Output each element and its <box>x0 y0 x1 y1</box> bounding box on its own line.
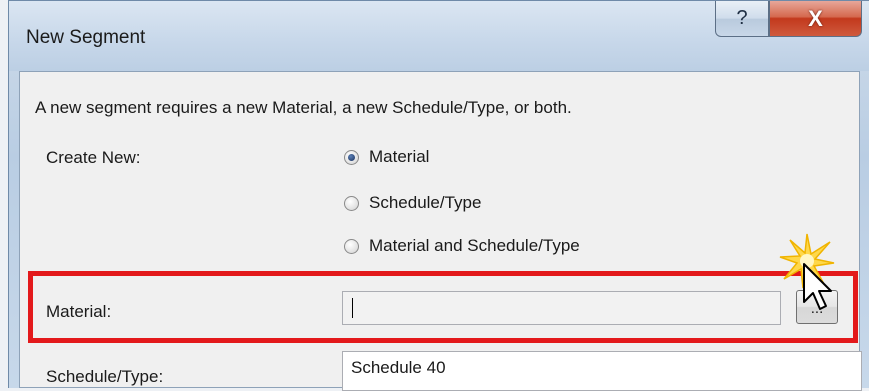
close-button[interactable]: X <box>769 1 862 37</box>
radio-label: Material <box>369 147 430 166</box>
radio-button[interactable] <box>344 195 359 211</box>
title-bar: New Segment ? X <box>9 1 869 71</box>
radio-option-schedule-type[interactable]: Schedule/Type <box>344 193 481 213</box>
help-button[interactable]: ? <box>715 1 769 37</box>
radio-button-checked[interactable] <box>344 149 359 165</box>
dialog-window: New Segment ? X A new segment requires a… <box>8 0 869 391</box>
schedule-type-field[interactable]: Schedule 40 <box>342 351 862 391</box>
radio-button[interactable] <box>344 238 359 254</box>
create-new-label: Create New: <box>46 148 141 167</box>
schedule-type-label: Schedule/Type: <box>46 367 164 386</box>
dialog-body: A new segment requires a new Material, a… <box>19 71 862 391</box>
radio-label: Schedule/Type <box>369 193 482 212</box>
window-title: New Segment <box>26 27 146 48</box>
radio-option-material-and-schedule[interactable]: Material and Schedule/Type <box>344 236 580 256</box>
radio-option-material[interactable]: Material <box>344 147 429 167</box>
help-icon: ? <box>736 7 748 29</box>
radio-label: Material and Schedule/Type <box>369 236 580 255</box>
mouse-cursor-icon <box>803 263 832 310</box>
close-icon: X <box>808 5 823 31</box>
description-text: A new segment requires a new Material, a… <box>35 98 572 117</box>
highlight-box <box>28 271 858 343</box>
